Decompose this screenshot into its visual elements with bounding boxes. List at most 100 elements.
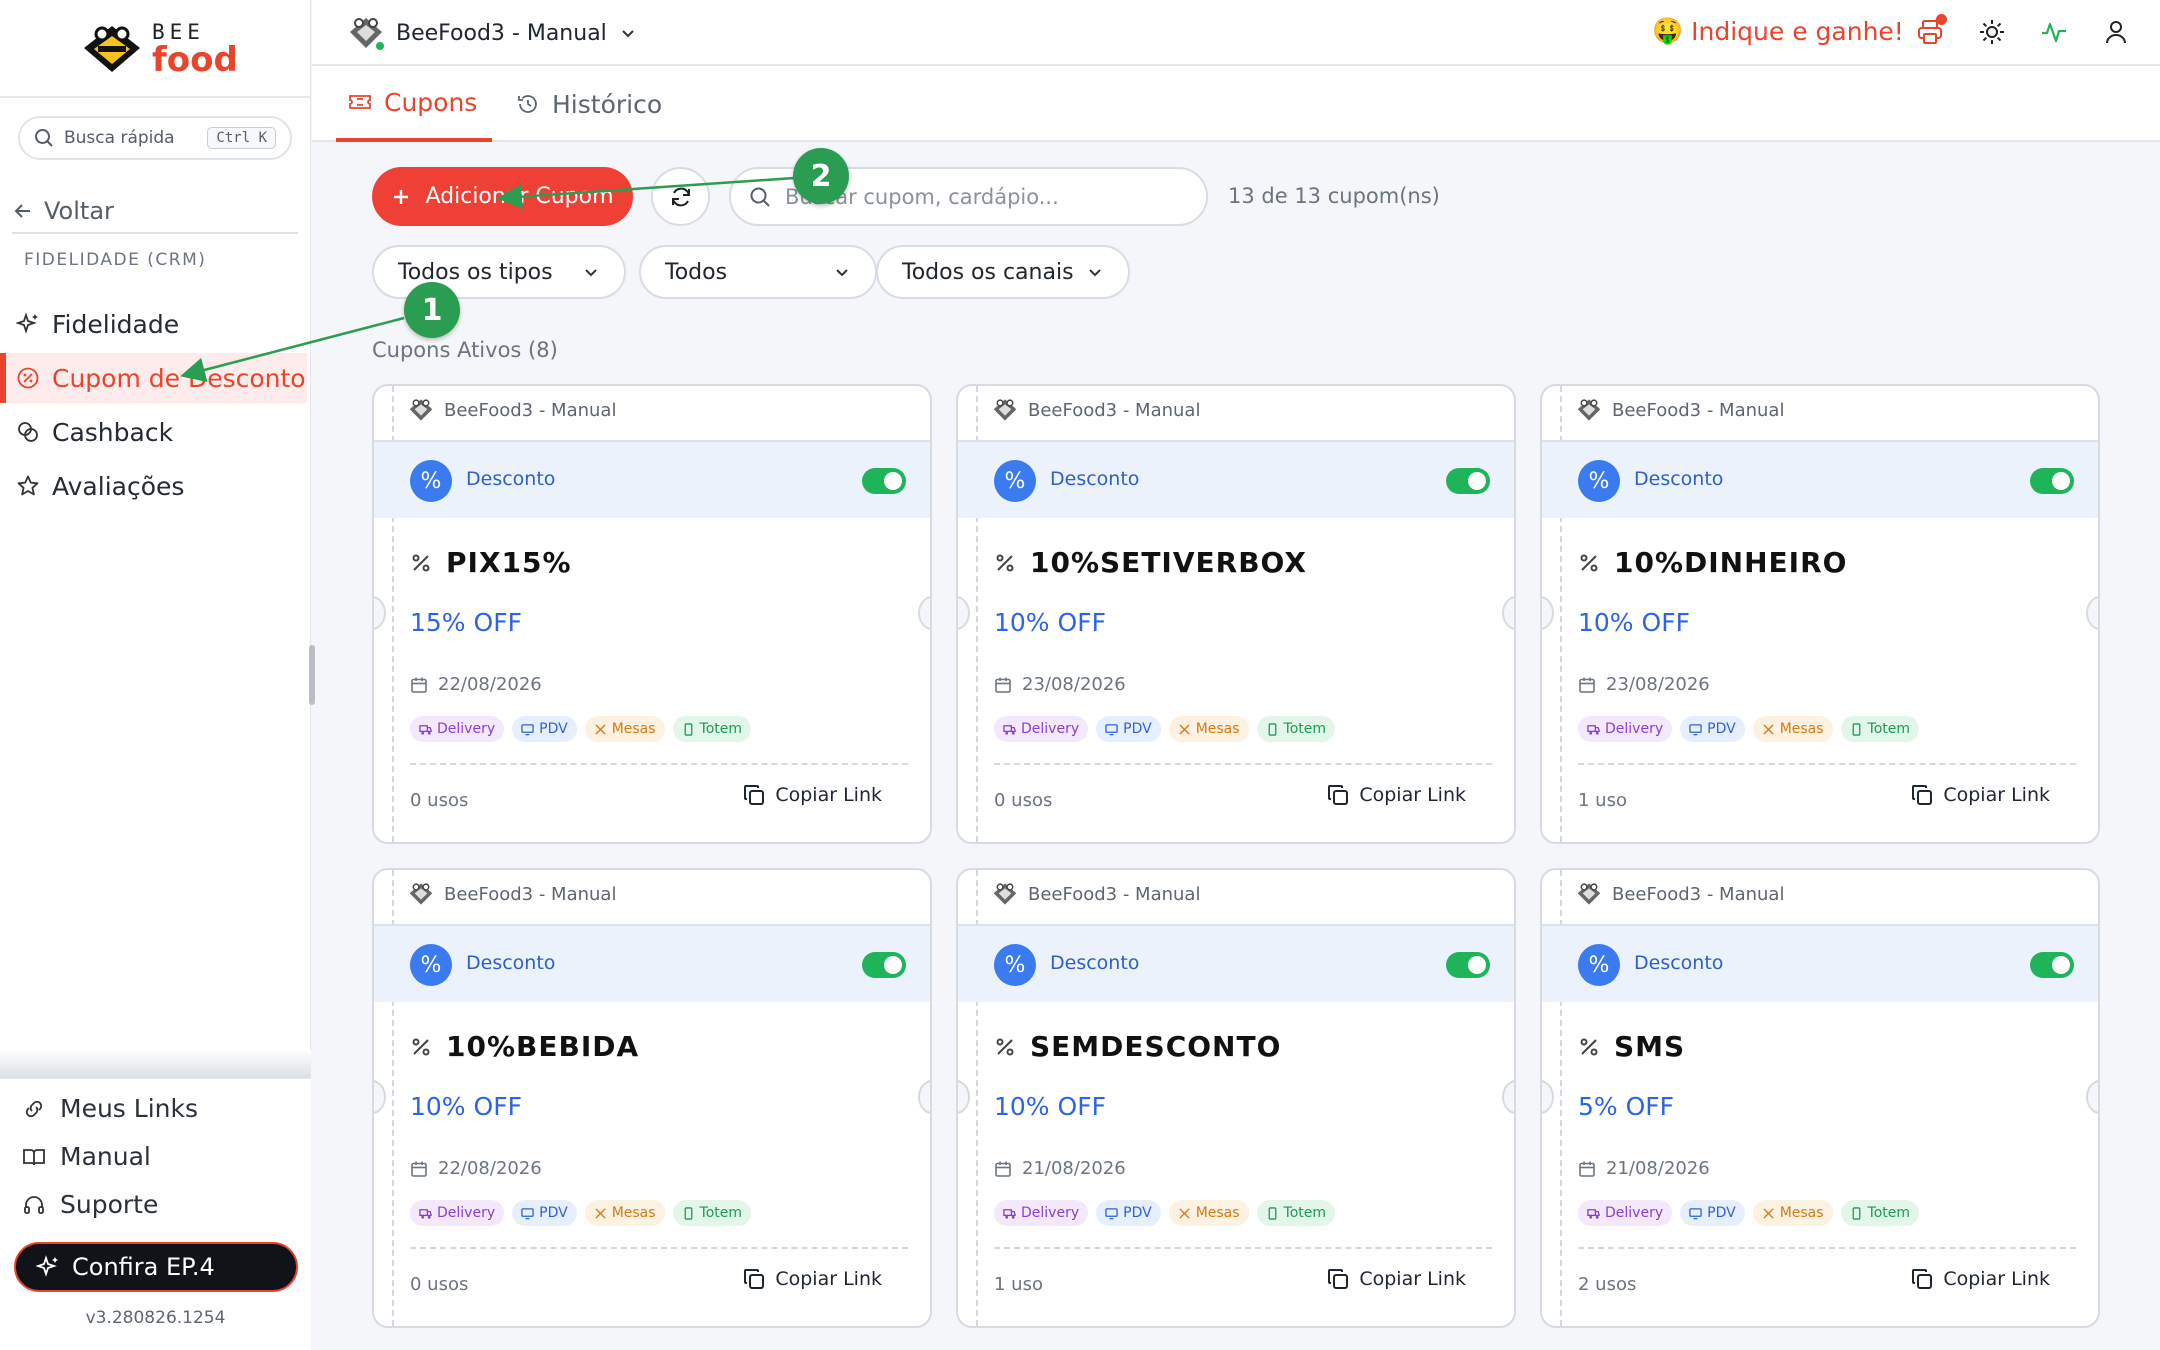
sidebar-item-manual[interactable]: Manual — [22, 1142, 151, 1171]
coupon-uses: 0 usos — [410, 790, 469, 811]
add-coupon-button[interactable]: Adicionar Cupom — [372, 167, 633, 226]
coupon-active-toggle[interactable] — [2030, 468, 2074, 494]
discount-icon — [996, 1038, 1014, 1055]
copy-link-button[interactable]: Copiar Link — [1911, 1268, 2050, 1290]
coupon-discount: 10% OFF — [1578, 608, 1690, 637]
coupon-card[interactable]: BeeFood3 - Manual % Desconto PIX15% 15% … — [372, 384, 932, 844]
refresh-button[interactable] — [651, 167, 710, 226]
copy-link-button[interactable]: Copiar Link — [1911, 784, 2050, 806]
coupon-code: 10%BEBIDA — [446, 1030, 640, 1063]
copy-link-button[interactable]: Copiar Link — [743, 784, 882, 806]
percent-icon: % — [410, 944, 452, 986]
copy-link-button[interactable]: Copiar Link — [743, 1268, 882, 1290]
channel-chip-pdv: PDV — [512, 716, 577, 742]
add-coupon-label: Adicionar Cupom — [425, 184, 614, 209]
referral-label: Indique e ganhe! — [1691, 16, 1904, 46]
sidebar-item-label: Fidelidade — [52, 309, 180, 339]
store-name: BeeFood3 - Manual — [396, 20, 607, 46]
store-selector[interactable]: BeeFood3 - Manual — [348, 16, 637, 52]
referral-link[interactable]: 🤑 Indique e ganhe! — [1652, 16, 1904, 46]
channel-chips: Delivery PDV Mesas Totem — [994, 1200, 1336, 1226]
discount-icon — [412, 1038, 430, 1055]
sidebar-item-suporte[interactable]: Suporte — [22, 1190, 158, 1219]
coupon-card[interactable]: BeeFood3 - Manual % Desconto SMS 5% OFF … — [1540, 868, 2100, 1328]
ticket-notch-left — [958, 1080, 970, 1114]
monitor-icon — [1689, 1207, 1702, 1220]
truck-icon — [1003, 723, 1016, 736]
sidebar-item-cashback[interactable]: Cashback — [0, 407, 307, 457]
bee-logo-icon — [84, 25, 140, 72]
sidebar-item-label: Suporte — [60, 1190, 159, 1219]
coupon-active-toggle[interactable] — [2030, 952, 2074, 978]
channel-filter-select[interactable]: Todos os canais — [876, 245, 1130, 299]
sidebar-item-cupom-de-desconto[interactable]: Cupom de Desconto — [0, 353, 307, 403]
coupon-card[interactable]: BeeFood3 - Manual % Desconto SEMDESCONTO… — [956, 868, 1516, 1328]
coupon-active-toggle[interactable] — [1446, 468, 1490, 494]
channel-label: Delivery — [1021, 721, 1080, 737]
coupon-active-toggle[interactable] — [862, 952, 906, 978]
coupon-discount: 15% OFF — [410, 608, 522, 637]
card-separator — [1578, 1247, 2076, 1249]
calendar-icon — [995, 677, 1011, 693]
sidebar-divider — [0, 96, 311, 98]
tablet-icon — [1850, 722, 1863, 736]
coupon-card[interactable]: BeeFood3 - Manual % Desconto 10%BEBIDA 1… — [372, 868, 932, 1328]
coupon-active-toggle[interactable] — [1446, 952, 1490, 978]
copy-link-label: Copiar Link — [1943, 784, 2050, 806]
coupon-card[interactable]: BeeFood3 - Manual % Desconto 10%DINHEIRO… — [1540, 384, 2100, 844]
user-icon[interactable] — [2102, 18, 2130, 46]
money-face-icon: 🤑 — [1652, 16, 1684, 45]
utensils-icon — [1762, 723, 1775, 736]
tab-cupons[interactable]: Cupons — [336, 66, 492, 142]
coins-icon — [18, 422, 38, 442]
printer-icon[interactable] — [1916, 14, 1947, 46]
card-type-band: % Desconto — [958, 440, 1514, 518]
percent-icon: % — [994, 460, 1036, 502]
sidebar-item-fidelidade[interactable]: Fidelidade — [0, 299, 307, 349]
coupon-card[interactable]: BeeFood3 - Manual % Desconto 10%SETIVERB… — [956, 384, 1516, 844]
beefood-logo[interactable]: BEE food — [80, 20, 238, 77]
calendar-icon — [411, 1161, 427, 1177]
sidebar-item-meus-links[interactable]: Meus Links — [22, 1094, 198, 1123]
confira-ep-label: Confira EP.4 — [72, 1253, 215, 1281]
discount-icon — [1580, 1038, 1598, 1055]
quick-search[interactable]: Busca rápida Ctrl K — [18, 116, 292, 160]
ticket-notch-right — [2086, 1080, 2098, 1114]
channel-chip-mesas: Mesas — [1752, 1200, 1833, 1226]
tablet-icon — [1266, 722, 1279, 736]
coupon-code: PIX15% — [446, 546, 572, 579]
channel-chip-delivery: Delivery — [410, 1200, 505, 1226]
channel-label: Mesas — [1779, 1205, 1824, 1221]
channel-chip-pdv: PDV — [512, 1200, 577, 1226]
coupon-expiry: 23/08/2026 — [994, 674, 1126, 695]
channel-label: PDV — [1707, 721, 1736, 737]
ticket-notch-left — [1542, 1080, 1554, 1114]
channel-label: Mesas — [1195, 1205, 1240, 1221]
coupon-uses: 1 uso — [994, 1274, 1043, 1295]
sidebar-resize-handle[interactable] — [309, 645, 315, 705]
card-store: BeeFood3 - Manual — [1576, 398, 1784, 422]
coupon-count: 13 de 13 cupom(ns) — [1228, 184, 1440, 208]
coupon-code-row: 10%DINHEIRO — [1578, 546, 1847, 579]
activity-icon[interactable] — [2040, 18, 2068, 46]
tab-historico[interactable]: Histórico — [504, 66, 662, 142]
sidebar-item-label: Meus Links — [60, 1094, 198, 1123]
confira-ep-button[interactable]: Confira EP.4 — [14, 1242, 298, 1292]
channel-chip-pdv: PDV — [1096, 716, 1161, 742]
copy-icon — [1328, 1269, 1349, 1289]
sidebar-item-label: Manual — [60, 1142, 151, 1171]
tab-bar: Cupons Histórico — [312, 66, 2160, 142]
copy-icon — [744, 1269, 765, 1289]
card-store: BeeFood3 - Manual — [408, 398, 616, 422]
coupon-active-toggle[interactable] — [862, 468, 906, 494]
ticket-notch-left — [1542, 596, 1554, 630]
star-icon — [17, 475, 39, 496]
back-button[interactable]: Voltar — [12, 190, 298, 234]
annotation-badge-2: 2 — [793, 148, 849, 204]
truck-icon — [419, 1207, 432, 1220]
copy-link-button[interactable]: Copiar Link — [1327, 1268, 1466, 1290]
status-filter-select[interactable]: Todos — [639, 245, 877, 299]
sidebar-item-avaliacoes[interactable]: Avaliações — [0, 461, 307, 511]
sun-icon[interactable] — [1978, 18, 2006, 46]
copy-link-button[interactable]: Copiar Link — [1327, 784, 1466, 806]
